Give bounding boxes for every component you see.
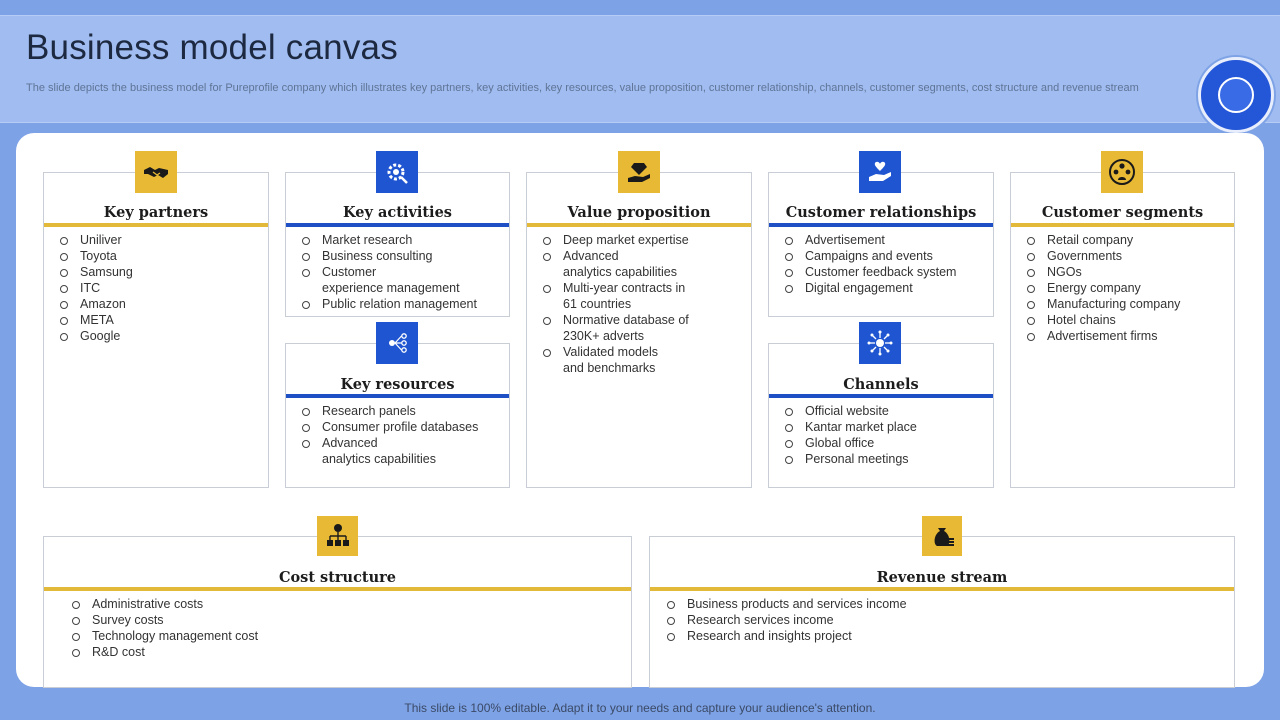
customer-relationships-bar — [769, 223, 993, 227]
list-item: Research services income — [651, 612, 907, 628]
list-item: Campaigns and events — [769, 248, 956, 264]
list-item: Business consulting — [286, 248, 477, 264]
list-item: Validated models and benchmarks — [527, 344, 689, 376]
footer-note: This slide is 100% editable. Adapt it to… — [404, 701, 876, 715]
list-item: Advertisement firms — [1011, 328, 1180, 344]
header-band: Business model canvas The slide depicts … — [0, 15, 1280, 123]
page-title: Business model canvas — [26, 28, 398, 67]
list-item: Samsung — [44, 264, 133, 280]
hub-icon — [859, 322, 901, 364]
page-subtitle: The slide depicts the business model for… — [26, 82, 1139, 94]
list-item: Normative database of 230K+ adverts — [527, 312, 689, 344]
list-item: R&D cost — [56, 644, 258, 660]
list-item: Official website — [769, 403, 917, 419]
list-item: Global office — [769, 435, 917, 451]
list-item: Uniliver — [44, 232, 133, 248]
list-item: Hotel chains — [1011, 312, 1180, 328]
list-item: Amazon — [44, 296, 133, 312]
list-item: Consumer profile databases — [286, 419, 478, 435]
cost-structure-bar — [44, 587, 631, 591]
list-item: META — [44, 312, 133, 328]
list-item: Advertisement — [769, 232, 956, 248]
list-item: Administrative costs — [56, 596, 258, 612]
list-item: Deep market expertise — [527, 232, 689, 248]
channels-title: Channels — [843, 376, 919, 393]
cost-structure-title: Cost structure — [278, 569, 397, 586]
cost-structure-list: Administrative costs Survey costs Technolo… — [56, 596, 258, 660]
list-item: Public relation management — [286, 296, 477, 312]
customer-segments-list: Retail company Governments NGOs Energy comp… — [1011, 232, 1180, 344]
list-item: Energy company — [1011, 280, 1180, 296]
revenue-stream-bar — [650, 587, 1234, 591]
list-item: Advanced analytics capabilities — [286, 435, 478, 467]
list-item: Research panels — [286, 403, 478, 419]
key-partners-title: Key partners — [103, 204, 209, 221]
cost-structure-box: Cost structure Administrative costs Surve… — [43, 536, 632, 688]
customer-segments-box: Customer segments Retail company Governme… — [1010, 172, 1235, 488]
list-item: ITC — [44, 280, 133, 296]
list-item: Customer feedback system — [769, 264, 956, 280]
key-resources-title: Key resources — [340, 376, 455, 393]
key-activities-bar — [286, 223, 509, 227]
list-item: NGOs — [1011, 264, 1180, 280]
channels-list: Official website Kantar market place Globa… — [769, 403, 917, 467]
customer-relationships-title: Customer relationships — [785, 204, 977, 221]
list-item: Governments — [1011, 248, 1180, 264]
list-item: Customer experience management — [286, 264, 477, 296]
revenue-stream-box: Revenue stream Business products and ser… — [649, 536, 1235, 688]
network-icon — [376, 322, 418, 364]
list-item: Research and insights project — [651, 628, 907, 644]
value-proposition-box: Value proposition Deep market expertise A… — [526, 172, 752, 488]
list-item: Manufacturing company — [1011, 296, 1180, 312]
group-icon — [1101, 151, 1143, 193]
gear-tools-icon — [376, 151, 418, 193]
customer-relationships-box: Customer relationships Advertisement Camp… — [768, 172, 994, 317]
key-activities-list: Market research Business consulting Custom… — [286, 232, 477, 312]
revenue-stream-title: Revenue stream — [876, 569, 1008, 586]
value-proposition-list: Deep market expertise Advanced analytics c… — [527, 232, 689, 376]
list-item: Business products and services income — [651, 596, 907, 612]
list-item: Toyota — [44, 248, 133, 264]
key-partners-bar — [44, 223, 268, 227]
key-resources-bar — [286, 394, 509, 398]
list-item: Retail company — [1011, 232, 1180, 248]
handshake-icon — [135, 151, 177, 193]
list-item: Advanced analytics capabilities — [527, 248, 689, 280]
key-partners-box: Key partners Uniliver Toyota Samsung ITC Ama… — [43, 172, 269, 488]
key-resources-list: Research panels Consumer profile database… — [286, 403, 478, 467]
list-item: Personal meetings — [769, 451, 917, 467]
customer-segments-title: Customer segments — [1041, 204, 1204, 221]
decorative-ring-icon — [1198, 57, 1274, 133]
diamond-hand-icon — [618, 151, 660, 193]
channels-bar — [769, 394, 993, 398]
list-item: Kantar market place — [769, 419, 917, 435]
money-hierarchy-icon — [317, 516, 358, 556]
heart-hand-icon — [859, 151, 901, 193]
key-activities-box: Key activities Market research Business c… — [285, 172, 510, 317]
list-item: Market research — [286, 232, 477, 248]
value-proposition-title: Value proposition — [567, 204, 711, 221]
list-item: Technology management cost — [56, 628, 258, 644]
customer-relationships-list: Advertisement Campaigns and events Custome… — [769, 232, 956, 296]
value-proposition-bar — [527, 223, 751, 227]
list-item: Google — [44, 328, 133, 344]
key-partners-list: Uniliver Toyota Samsung ITC Amazon META Google — [44, 232, 133, 344]
list-item: Survey costs — [56, 612, 258, 628]
key-activities-title: Key activities — [343, 204, 452, 221]
customer-segments-bar — [1011, 223, 1234, 227]
channels-box: Channels Official website Kantar market p… — [768, 343, 994, 488]
revenue-stream-list: Business products and services income Res… — [651, 596, 907, 644]
list-item: Multi-year contracts in 61 countries — [527, 280, 689, 312]
key-resources-box: Key resources Research panels Consumer pr… — [285, 343, 510, 488]
money-bag-icon — [922, 516, 962, 556]
list-item: Digital engagement — [769, 280, 956, 296]
